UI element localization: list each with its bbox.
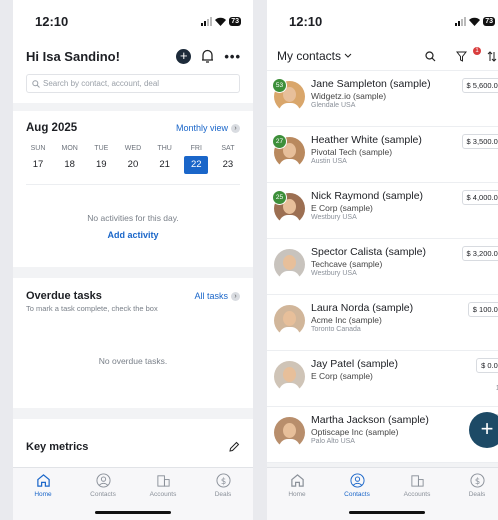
- status-bar: 12:10 73: [13, 0, 253, 42]
- monthly-view-button[interactable]: Monthly view ›: [176, 123, 240, 133]
- home-indicator: [95, 511, 171, 514]
- contact-row[interactable]: Jay Patel (sample)E Corp (sample)$ 0.001…: [267, 351, 498, 407]
- date-cell[interactable]: 21: [153, 156, 177, 174]
- month-label: Aug 2025: [26, 122, 78, 134]
- battery-icon: 73: [229, 16, 241, 26]
- battery-icon: 73: [483, 16, 495, 26]
- date-row: 17 18 19 20 21 22 23: [26, 156, 240, 184]
- overdue-title: Overdue tasks: [26, 290, 102, 302]
- overdue-empty: No overdue tasks.: [98, 355, 168, 366]
- activities-empty: No activities for this day. Add activity: [26, 184, 240, 267]
- tab-home[interactable]: Home: [13, 468, 73, 520]
- score-badge: 25: [272, 190, 287, 205]
- chevron-down-icon: [344, 53, 352, 58]
- key-metrics-card: Key metrics: [13, 419, 253, 474]
- dollar-icon: $: [215, 473, 231, 488]
- contact-account: E Corp (sample): [311, 371, 373, 381]
- tab-deals[interactable]: $ Deals: [447, 468, 498, 520]
- svg-text:$: $: [474, 476, 479, 486]
- bell-icon[interactable]: [201, 49, 214, 63]
- score-badge: 27: [272, 134, 287, 149]
- chevron-right-icon: ›: [231, 291, 240, 301]
- metrics-title: Key metrics: [26, 440, 89, 453]
- deal-value-badge: $ 0.00: [476, 358, 498, 373]
- score-badge: 53: [272, 78, 287, 93]
- pencil-icon[interactable]: [229, 441, 240, 452]
- filter-icon[interactable]: [456, 51, 467, 62]
- sort-icon[interactable]: [487, 50, 497, 62]
- deal-value-badge: $ 100.00: [467, 302, 498, 317]
- overdue-card: Overdue tasks All tasks › To mark a task …: [13, 278, 253, 408]
- avatar: [274, 305, 305, 336]
- tab-bar: Home Contacts Accounts $ Deals: [13, 467, 253, 520]
- building-icon: [156, 475, 170, 487]
- avatar: 25: [272, 190, 305, 224]
- add-button[interactable]: +: [176, 48, 192, 64]
- more-icon[interactable]: •••: [224, 49, 241, 64]
- chevron-right-icon: ›: [231, 123, 240, 133]
- status-time: 12:10: [35, 13, 69, 29]
- contact-list: 53 Jane Sampleton (sample) Widgetz.io (sam…: [267, 71, 498, 463]
- date-cell[interactable]: 17: [26, 156, 50, 174]
- deal-value-badge: $ 5,600.00: [461, 78, 498, 93]
- deal-value-badge: $ 3,500.00: [461, 134, 498, 149]
- contacts-screen: 12:10 73 My contacts 1 53 Jane Sampleton …: [267, 0, 498, 520]
- contact-row[interactable]: 25 Nick Raymond (sample) E Corp (sample) We…: [267, 183, 498, 239]
- deal-value-badge: $ 4,000.00: [461, 190, 498, 205]
- home-icon: [36, 474, 50, 487]
- contacts-header: My contacts 1: [267, 42, 498, 71]
- wifi-icon: [469, 17, 481, 26]
- all-tasks-button[interactable]: All tasks ›: [194, 291, 240, 301]
- avatar: [274, 417, 305, 448]
- deal-value-badge: $ 3,200.00: [461, 246, 498, 261]
- avatar: 53: [272, 78, 305, 112]
- tab-deals[interactable]: $ Deals: [193, 468, 253, 520]
- search-input[interactable]: Search by contact, account, deal: [26, 74, 240, 93]
- dollar-icon: $: [469, 473, 485, 488]
- contact-row[interactable]: 53 Jane Sampleton (sample) Widgetz.io (sam…: [267, 71, 498, 127]
- overdue-subtitle: To mark a task complete, check the box: [26, 304, 158, 313]
- date-cell[interactable]: 19: [89, 156, 113, 174]
- wifi-icon: [215, 17, 227, 26]
- date-cell-selected[interactable]: 22: [184, 156, 209, 174]
- filter-count-badge: 1: [473, 46, 481, 55]
- avatar: 27: [272, 134, 305, 168]
- tab-home[interactable]: Home: [267, 468, 327, 520]
- contact-row[interactable]: Martha Jackson (sample) Optiscape Inc (sa…: [267, 407, 498, 463]
- avatar: [274, 361, 305, 392]
- date-cell[interactable]: 18: [58, 156, 82, 174]
- contact-name: Jay Patel (sample): [311, 358, 398, 370]
- home-icon: [290, 474, 304, 487]
- contacts-view-selector[interactable]: My contacts: [277, 49, 352, 63]
- search-icon: [32, 79, 40, 88]
- contact-row[interactable]: Laura Norda (sample) Acme Inc (sample) Tor…: [267, 295, 498, 351]
- signal-icon: [201, 16, 213, 26]
- avatar: [274, 249, 305, 280]
- add-activity-link[interactable]: Add activity: [107, 230, 158, 240]
- svg-text:$: $: [220, 476, 225, 486]
- contact-row[interactable]: 27 Heather White (sample) Pivotal Tech (sa…: [267, 127, 498, 183]
- search-icon[interactable]: [425, 50, 436, 62]
- home-screen: 12:10 73 Hi Isa Sandino! + ••• Search by…: [13, 0, 253, 520]
- add-contact-button[interactable]: +: [469, 412, 498, 448]
- status-bar: 12:10 73: [267, 0, 498, 42]
- home-header: Hi Isa Sandino! + •••: [13, 42, 253, 70]
- weekday-row: SUN MON TUE WED THU FRI SAT: [30, 145, 235, 152]
- contact-location: Palo Alto USA: [311, 438, 355, 445]
- signal-icon: [455, 16, 467, 26]
- tab-bar: Home Contacts Accounts $ Deals: [267, 467, 498, 520]
- calendar-card: Aug 2025 Monthly view › SUN MON TUE WED T…: [13, 111, 253, 267]
- date-cell[interactable]: 23: [216, 156, 240, 174]
- person-icon: [95, 473, 111, 488]
- search-placeholder: Search by contact, account, deal: [43, 79, 160, 88]
- status-time: 12:10: [289, 13, 323, 29]
- date-cell[interactable]: 20: [121, 156, 145, 174]
- building-icon: [410, 475, 424, 487]
- contact-row[interactable]: Spector Calista (sample) Techcave (sample…: [267, 239, 498, 295]
- person-icon: [349, 473, 365, 488]
- greeting: Hi Isa Sandino!: [26, 48, 120, 64]
- home-indicator: [349, 511, 425, 514]
